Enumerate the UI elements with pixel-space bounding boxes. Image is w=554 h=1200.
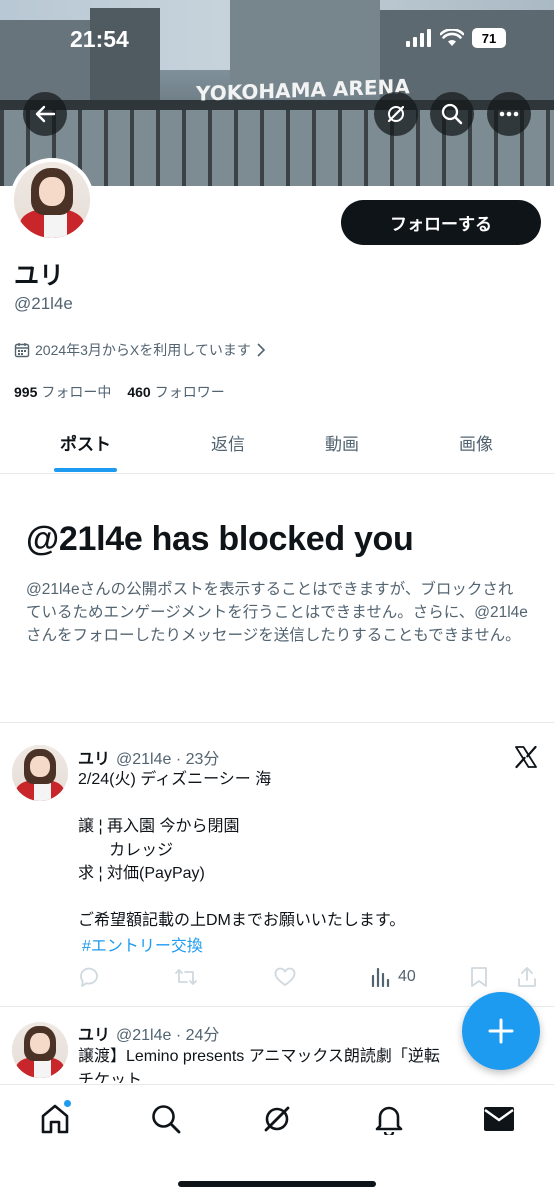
- post-avatar[interactable]: [12, 745, 68, 801]
- post-meta: @21l4e · 23分: [116, 751, 220, 768]
- tab-active-indicator: [54, 468, 117, 472]
- post-avatar[interactable]: [12, 1022, 68, 1078]
- tab-videos[interactable]: 動画: [325, 430, 359, 455]
- wifi-icon: [440, 29, 464, 46]
- profile-tabs: ポスト 返信 動画 画像: [0, 420, 554, 474]
- back-button[interactable]: [23, 92, 67, 136]
- reply-icon: [80, 967, 98, 987]
- search-icon: [152, 1105, 181, 1134]
- nav-home[interactable]: [37, 1099, 73, 1137]
- blocked-title: @21l4e has blocked you: [26, 520, 414, 558]
- plus-icon: [488, 1018, 514, 1044]
- tab-posts[interactable]: ポスト: [60, 430, 111, 455]
- post-header: ユリ @21l4e · 23分: [78, 745, 219, 769]
- signal-icon: [406, 29, 431, 47]
- like-button[interactable]: [274, 966, 296, 988]
- bookmark-icon: [471, 967, 487, 987]
- blocked-description: @21l4eさんの公開ポストを表示することはできますが、ブロックされているためエ…: [26, 581, 528, 644]
- tab-images[interactable]: 画像: [459, 430, 493, 455]
- chevron-right-icon: [257, 343, 265, 357]
- joined-text: 2024年3月からXを利用しています: [35, 342, 251, 358]
- battery-indicator: 71: [472, 28, 506, 48]
- followers-count: 460: [127, 384, 151, 400]
- post-header: ユリ @21l4e · 24分: [78, 1021, 219, 1045]
- nav-notifications[interactable]: [371, 1101, 407, 1137]
- post-meta: @21l4e · 24分: [116, 1027, 220, 1044]
- search-icon: [441, 103, 463, 125]
- compose-button[interactable]: [462, 992, 540, 1070]
- tab-replies[interactable]: 返信: [211, 430, 245, 455]
- profile-avatar[interactable]: [10, 158, 94, 242]
- repost-icon: [175, 969, 197, 985]
- grok-button[interactable]: [374, 92, 418, 136]
- view-count: 40: [398, 968, 416, 985]
- analytics-icon: [371, 967, 390, 988]
- divider: [0, 722, 554, 723]
- followers-label: フォロワー: [154, 384, 225, 400]
- search-button[interactable]: [430, 92, 474, 136]
- more-button[interactable]: [487, 92, 531, 136]
- status-time: 21:54: [70, 26, 129, 52]
- home-indicator: [178, 1181, 376, 1187]
- profile-handle: @21l4e: [14, 294, 73, 313]
- nav-search[interactable]: [148, 1101, 184, 1137]
- calendar-icon: [14, 343, 30, 358]
- followers-link[interactable]: 460 フォロワー: [127, 382, 224, 402]
- post-author-name[interactable]: ユリ: [78, 751, 110, 768]
- profile-name: ユリ: [14, 262, 65, 290]
- post-text: 2/24(火) ディズニーシー 海 譲 ¦ 再入園 今から閉園 カレッジ 求 ¦…: [78, 771, 406, 929]
- heart-icon: [274, 967, 296, 987]
- bookmark-button[interactable]: [470, 966, 488, 988]
- follow-counts: 995 フォロー中 460 フォロワー: [14, 382, 225, 402]
- grok-icon: [387, 105, 405, 123]
- x-logo-icon: [515, 745, 537, 769]
- envelope-icon: [484, 1107, 514, 1131]
- status-indicators: 71: [406, 28, 506, 48]
- grok-icon: [264, 1106, 290, 1132]
- share-icon: [518, 967, 536, 987]
- post-author-name[interactable]: ユリ: [78, 1027, 110, 1044]
- share-button[interactable]: [516, 966, 538, 988]
- more-icon: [499, 111, 519, 117]
- repost-button[interactable]: [174, 966, 198, 988]
- follow-button[interactable]: フォローする: [341, 200, 541, 245]
- nav-grok[interactable]: [259, 1101, 295, 1137]
- nav-messages[interactable]: [481, 1101, 517, 1137]
- following-label: フォロー中: [41, 384, 112, 400]
- reply-button[interactable]: [78, 966, 100, 988]
- notification-dot: [63, 1099, 72, 1108]
- following-count: 995: [14, 384, 38, 400]
- views-button[interactable]: 40: [370, 966, 416, 988]
- post-actions: 40: [78, 964, 548, 994]
- joined-date[interactable]: 2024年3月からXを利用しています: [14, 340, 266, 360]
- post-hashtag[interactable]: #エントリー交換: [82, 932, 203, 956]
- back-arrow-icon: [35, 105, 56, 123]
- bell-icon: [375, 1106, 403, 1135]
- following-link[interactable]: 995 フォロー中: [14, 382, 111, 402]
